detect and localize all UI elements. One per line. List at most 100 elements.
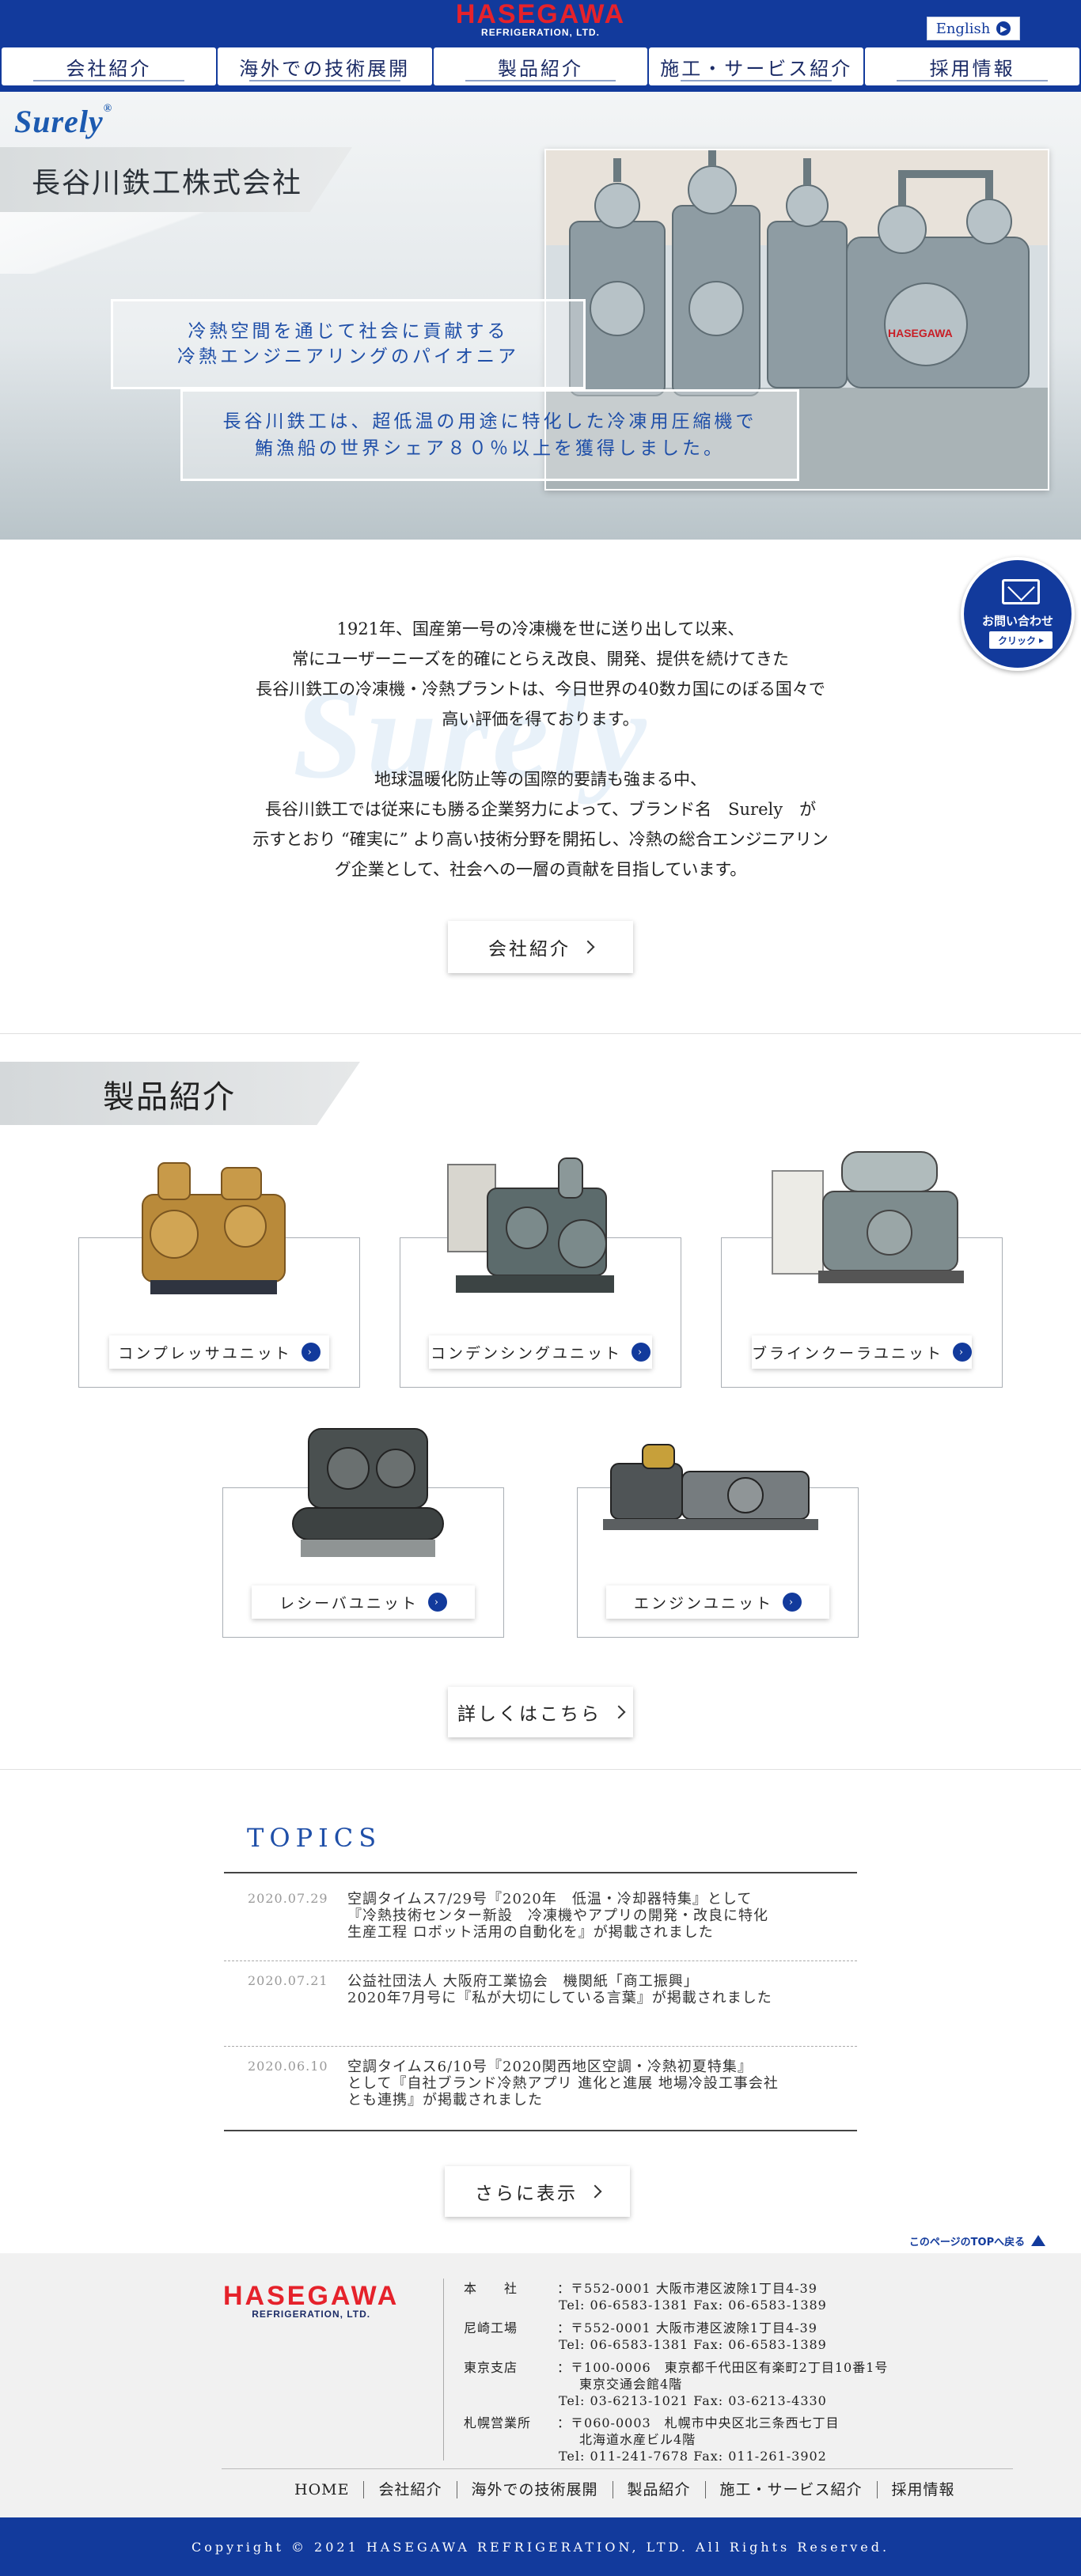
english-button[interactable]: English ▶ — [927, 17, 1020, 40]
nav-item-overseas[interactable]: 海外での技術展開 — [217, 47, 432, 85]
hasegawa-logo[interactable]: HASEGAWA REFRIGERATION, LTD. — [408, 0, 673, 38]
footer-logo[interactable]: HASEGAWA REFRIGERATION, LTD. — [223, 2282, 399, 2320]
chevron-right-icon — [588, 2184, 602, 2199]
office-sapporo: 札幌営業所 ：〒060-0003 札幌市中央区北三条西七丁目 北海道水産ビル4階 … — [464, 2415, 1002, 2464]
circle-arrow-right-icon: › — [427, 1593, 447, 1612]
mail-icon — [1002, 579, 1040, 604]
office-phone: Tel: 011-241-7678 Fax: 011-261-3902 — [559, 2449, 827, 2464]
catch-line-2: 冷熱エンジニアリングのパイオニア — [177, 347, 519, 367]
condensing-unit-illustration — [447, 1157, 614, 1293]
message-line: 1921年、国産第一号の冷凍機を世に送り出して以来、 — [336, 619, 745, 638]
footer-link-company[interactable]: 会社紹介 — [363, 2481, 456, 2498]
products-more-button[interactable]: 詳しくはこちら — [448, 1687, 633, 1737]
arrow-right-icon: ▶ — [996, 21, 1011, 36]
footer-divider — [443, 2279, 444, 2460]
footer-link-services[interactable]: 施工・サービス紹介 — [704, 2481, 877, 2498]
compressor-unit-illustration — [142, 1162, 286, 1294]
company-name: 長谷川鉄工株式会社 — [32, 167, 303, 199]
office-label: 本 社 — [464, 2281, 518, 2296]
topic-date: 2020.07.21 — [248, 1973, 328, 1988]
brine-cooler-unit-illustration — [772, 1151, 964, 1283]
engine-unit-button[interactable]: エンジンユニット › — [606, 1585, 829, 1619]
topics-bottom-rule — [224, 2130, 857, 2131]
copyright-text: Copyright © 2021 HASEGAWA REFRIGERATION,… — [191, 2539, 890, 2555]
office-address: 〒060-0003 札幌市中央区北三条西七丁目 — [571, 2415, 840, 2430]
office-label: 尼崎工場 — [464, 2320, 518, 2335]
contact-label: お問い合わせ — [981, 614, 1053, 628]
office-building: 東京交通会館4階 — [579, 2377, 683, 2392]
products-more-label: 詳しくはこちら — [457, 1704, 601, 1725]
engine-unit-label: エンジンユニット — [633, 1594, 773, 1612]
message-paragraph-2: 地球温暖化防止等の国際的要請も強まる中、 長谷川鉄工では従来にも勝る企業努力によ… — [214, 764, 867, 885]
office-phone: Tel: 06-6583-1381 Fax: 06-6583-1389 — [559, 2337, 827, 2352]
topic-item[interactable]: 2020.07.29 空調タイムス7/29号『2020年 低温・冷却器特集』とし… — [224, 1891, 857, 1954]
catch-line-3: 長谷川鉄工は、超低温の用途に特化した冷凍用圧縮機で — [222, 411, 757, 432]
logo-wordmark: HASEGAWA — [455, 0, 626, 29]
topic-line: 『冷熱技術センター新設 冷凍機やアプリの開発・改良に特化 — [347, 1907, 768, 1924]
office-label: 東京支店 — [464, 2360, 518, 2375]
office-amagasaki: 尼崎工場 ：〒552-0001 大阪市港区波除1丁目4-39 Tel: 06-65… — [464, 2320, 1002, 2353]
circle-arrow-right-icon: › — [953, 1343, 972, 1362]
brine-cooler-unit-image — [771, 1144, 965, 1294]
topic-line: 2020年7月号に『私が大切にしている言葉』が掲載されました — [347, 1990, 772, 2006]
arrow-right-icon: ▸ — [1038, 635, 1045, 646]
contact-button[interactable]: お問い合わせ クリック ▸ — [961, 557, 1075, 671]
office-tokyo: 東京支店 ：〒100-0006 東京都千代田区有楽町2丁目10番1号 東京交通会館… — [464, 2359, 1002, 2409]
engine-unit-image — [603, 1440, 818, 1535]
surely-logo: Surely® — [14, 103, 112, 140]
message-line: 常にユーザーニーズを的確にとらえ改良、開発、提供を続けてきた — [292, 650, 789, 669]
brine-cooler-unit-label: ブラインクーラユニット — [752, 1344, 944, 1362]
topic-line: として『自社ブランド冷熱アプリ 進化と進展 地場冷設工事会社 — [347, 2075, 779, 2092]
topic-line: 生産工程 ロボット活用の自動化を』が掲載されました — [347, 1924, 714, 1941]
section-divider — [0, 1769, 1081, 1770]
message-paragraph-1: 1921年、国産第一号の冷凍機を世に送り出して以来、 常にユーザーニーズを的確に… — [214, 614, 867, 734]
footer-link-products[interactable]: 製品紹介 — [612, 2481, 705, 2498]
message-line: 地球温暖化防止等の国際的要請も強まる中、 — [374, 770, 707, 789]
topic-line: 空調タイムス6/10号『2020関西地区空調・冷熱初夏特集』 — [347, 2059, 753, 2075]
svg-text:HASEGAWA: HASEGAWA — [888, 327, 953, 339]
message-line: 長谷川鉄工の冷凍機・冷熱プラントは、今日世界の40数カ国にのぼる国々で — [256, 680, 825, 699]
circle-arrow-right-icon: › — [632, 1343, 650, 1362]
office-address: 〒552-0001 大阪市港区波除1丁目4-39 — [571, 2281, 817, 2296]
footer-link-home[interactable]: HOME — [280, 2481, 363, 2498]
receiver-unit-label: レシーバユニット — [279, 1594, 419, 1612]
topic-date: 2020.07.29 — [248, 1891, 328, 1906]
topic-item[interactable]: 2020.07.21 公益社団法人 大阪府工業協会 機関紙「商工振興」 2020… — [224, 1973, 857, 2021]
office-label: 札幌営業所 — [464, 2415, 532, 2430]
nav-item-company[interactable]: 会社紹介 — [2, 47, 216, 85]
brine-cooler-unit-button[interactable]: ブラインクーラユニット › — [752, 1335, 972, 1369]
nav-item-products[interactable]: 製品紹介 — [433, 47, 648, 85]
office-phone: Tel: 06-6583-1381 Fax: 06-6583-1389 — [559, 2298, 827, 2313]
office-address: 〒100-0006 東京都千代田区有楽町2丁目10番1号 — [571, 2360, 889, 2375]
topic-divider — [224, 1960, 857, 1961]
topics-more-label: さらに表示 — [475, 2184, 578, 2204]
nav-item-services[interactable]: 施工・サービス紹介 — [649, 47, 864, 85]
chevron-right-icon — [612, 1705, 626, 1719]
back-to-top-button[interactable]: このページのTOPへ戻る — [893, 2229, 1062, 2252]
chevron-right-icon — [581, 940, 595, 954]
footer-link-recruit[interactable]: 採用情報 — [876, 2481, 969, 2498]
message-line: 示すとおり “確実に” より高い技術分野を開拓し、冷熱の総合エンジニアリン — [252, 830, 829, 849]
logo-subtitle: REFRIGERATION, LTD. — [481, 27, 600, 38]
catch-line-1: 冷熱空間を通じて社会に貢献する — [188, 321, 509, 342]
topic-item[interactable]: 2020.06.10 空調タイムス6/10号『2020関西地区空調・冷熱初夏特集… — [224, 2059, 857, 2122]
topics-more-button[interactable]: さらに表示 — [445, 2166, 630, 2217]
click-tag: クリック ▸ — [989, 631, 1053, 649]
receiver-unit-button[interactable]: レシーバユニット › — [252, 1585, 475, 1619]
surely-wordmark: Surely — [14, 104, 104, 139]
office-head: 本 社：〒552-0001 大阪市港区波除1丁目4-39 Tel: 06-658… — [464, 2280, 1002, 2313]
footer-link-overseas[interactable]: 海外での技術展開 — [456, 2481, 613, 2498]
products-title: 製品紹介 — [103, 1079, 236, 1116]
catch-line-4: 鮪漁船の世界シェア８０％以上を獲得しました。 — [255, 438, 725, 459]
back-to-top-label: このページのTOPへ戻る — [908, 2236, 1026, 2248]
compressor-unit-button[interactable]: コンプレッサユニット › — [109, 1335, 329, 1369]
circle-arrow-right-icon: › — [783, 1593, 802, 1612]
message-line: 高い評価を得ております。 — [442, 710, 639, 729]
nav-item-recruit[interactable]: 採用情報 — [865, 47, 1079, 85]
receiver-unit-image — [285, 1413, 448, 1571]
topic-line: 空調タイムス7/29号『2020年 低温・冷却器特集』として — [347, 1891, 753, 1907]
company-profile-button[interactable]: 会社紹介 — [448, 921, 633, 973]
office-phone: Tel: 03-6213-1021 Fax: 03-6213-4330 — [559, 2393, 827, 2408]
condensing-unit-button[interactable]: コンデンシングユニット › — [429, 1335, 652, 1369]
footer-nav: HOME 会社紹介 海外での技術展開 製品紹介 施工・サービス紹介 採用情報 — [280, 2478, 969, 2502]
